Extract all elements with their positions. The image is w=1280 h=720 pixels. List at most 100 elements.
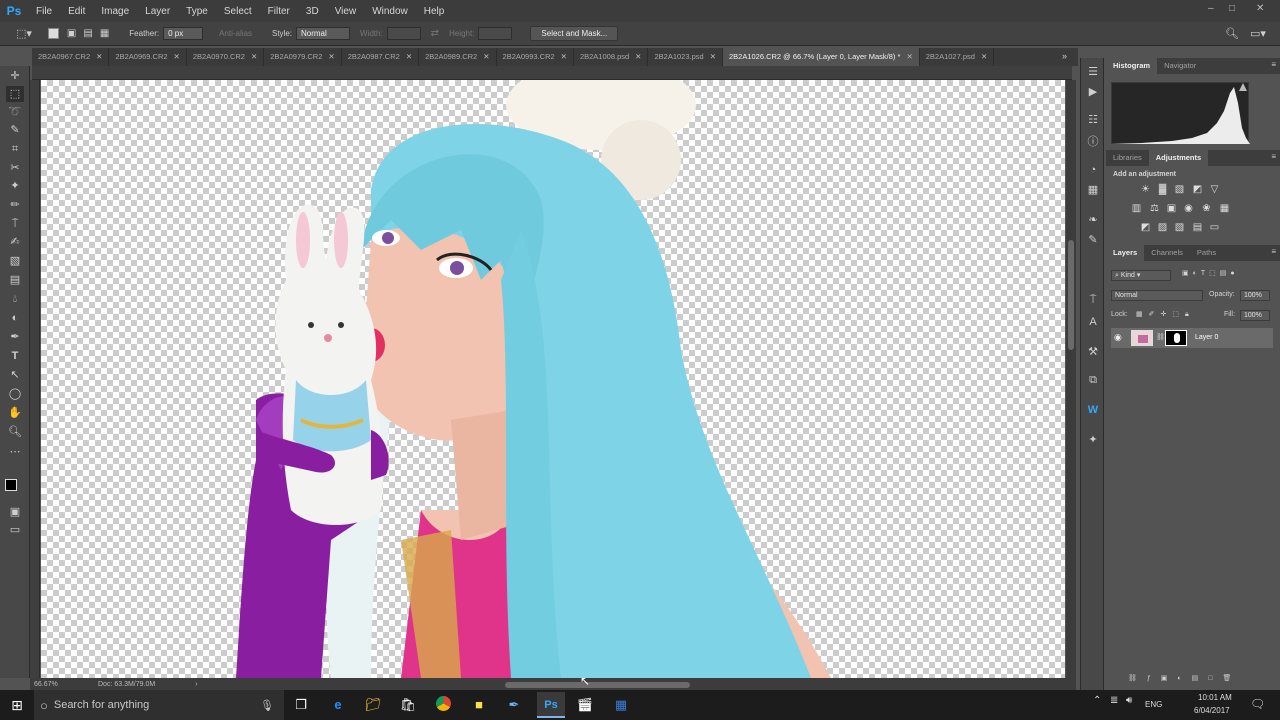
photoshop-taskbar-icon[interactable]: Ps — [537, 692, 565, 718]
menu-item-image[interactable]: Image — [93, 6, 137, 17]
black-white-icon[interactable]: ▣ — [1166, 203, 1177, 214]
photo-filter-icon[interactable]: ◉ — [1183, 203, 1194, 214]
tab-libraries[interactable]: Libraries — [1106, 150, 1149, 166]
brush-tool-icon[interactable]: ✏ — [6, 197, 24, 213]
dodge-tool-icon[interactable]: ◐ — [6, 310, 24, 326]
exposure-icon[interactable]: ◩ — [1192, 184, 1203, 195]
app-grid-icon[interactable]: ▦ — [610, 696, 632, 714]
document-tab[interactable]: 2B2A0969.CR2 ✕ — [109, 48, 187, 66]
healing-brush-tool-icon[interactable]: ✦ — [6, 178, 24, 194]
path-selection-tool-icon[interactable]: ↖ — [6, 367, 24, 383]
color-balance-icon[interactable]: ⚖ — [1149, 203, 1160, 214]
tab-histogram[interactable]: Histogram — [1106, 58, 1158, 74]
ellipse-tool-icon[interactable]: ◯ — [6, 386, 24, 402]
tab-channels[interactable]: Channels — [1144, 245, 1190, 261]
vertical-scrollbar[interactable] — [1066, 80, 1076, 678]
blend-mode-select[interactable]: Normal — [1111, 290, 1203, 301]
quick-selection-tool-icon[interactable]: ✎ — [6, 122, 24, 138]
status-arrow-icon[interactable]: › — [195, 681, 197, 688]
fill-input[interactable]: 100% — [1240, 310, 1270, 321]
workspace-icon[interactable]: ▭▾ — [1250, 27, 1266, 40]
height-input[interactable] — [478, 27, 513, 40]
zoom-tool-icon[interactable]: 🔍︎ — [6, 424, 24, 440]
pen-tool-icon[interactable]: ✒ — [6, 329, 24, 345]
clock-time[interactable]: 10:01 AM — [1198, 693, 1232, 702]
rectangular-marquee-tool-icon[interactable]: ⬚ — [6, 86, 24, 102]
menu-item-edit[interactable]: Edit — [60, 6, 93, 17]
close-window-button[interactable]: ✕ — [1256, 3, 1264, 14]
screen-mode-icon[interactable]: ▭ — [6, 522, 24, 538]
posterize-icon[interactable]: ▨ — [1157, 222, 1168, 233]
close-tab-icon[interactable]: ✕ — [906, 52, 912, 61]
layer-thumbnail[interactable] — [1131, 330, 1153, 346]
close-tab-icon[interactable]: ✕ — [251, 52, 257, 61]
clone-stamp-tool-icon[interactable]: ⍑ — [6, 216, 24, 232]
color-panel-icon[interactable]: ◔ — [1085, 162, 1101, 178]
menu-item-type[interactable]: Type — [178, 6, 216, 17]
wifi-icon[interactable]: ≣ — [1110, 695, 1118, 706]
video-editor-icon[interactable]: 🎬︎ — [574, 696, 596, 714]
document-canvas[interactable] — [41, 80, 1065, 678]
info-panel-icon[interactable]: ⓘ — [1085, 134, 1101, 150]
swatches-panel-icon[interactable]: ▦ — [1085, 182, 1101, 198]
menu-item-filter[interactable]: Filter — [260, 6, 298, 17]
chain-link-icon[interactable]: ⛓︎ — [1156, 333, 1165, 341]
layer-kind-filter[interactable]: ⌕ Kind ▾ — [1111, 270, 1171, 281]
hue-saturation-icon[interactable]: ▥ — [1131, 203, 1142, 214]
tab-adjustments[interactable]: Adjustments — [1148, 150, 1209, 166]
antialias-checkbox[interactable]: Anti-alias — [219, 29, 252, 38]
tab-navigator[interactable]: Navigator — [1157, 58, 1203, 74]
layer-filter-icons[interactable]: ▣◐T⬚▤● — [1182, 269, 1239, 277]
menu-item-help[interactable]: Help — [416, 6, 453, 17]
close-tab-icon[interactable]: ✕ — [635, 52, 641, 61]
crop-tool-icon[interactable]: ⌗ — [6, 141, 24, 157]
document-tab[interactable]: 2B2A0967.CR2 ✕ — [32, 48, 110, 66]
marquee-tool-preset-icon[interactable]: ⬚▾ — [16, 27, 32, 40]
menu-item-view[interactable]: View — [327, 6, 365, 17]
tab-layers[interactable]: Layers — [1106, 245, 1145, 261]
lasso-tool-icon[interactable]: ➰ — [6, 104, 24, 120]
document-tab[interactable]: 2B2A0970.CR2 ✕ — [187, 48, 265, 66]
close-tab-icon[interactable]: ✕ — [174, 52, 180, 61]
close-tab-icon[interactable]: ✕ — [483, 52, 489, 61]
menu-item-select[interactable]: Select — [216, 6, 260, 17]
invert-icon[interactable]: ◩ — [1140, 222, 1151, 233]
menu-item-3d[interactable]: 3D — [298, 6, 327, 17]
plugin-w-icon[interactable]: W — [1085, 402, 1101, 418]
opacity-input[interactable]: 100% — [1240, 290, 1270, 301]
hand-tool-icon[interactable]: ✋ — [6, 405, 24, 421]
eye-visibility-icon[interactable]: ◉ — [1114, 332, 1122, 343]
close-tab-icon[interactable]: ✕ — [561, 52, 567, 61]
history-panel-icon[interactable]: ☰ — [1085, 64, 1101, 80]
feather-input[interactable]: 0 px — [163, 27, 204, 40]
layer-comps-icon[interactable]: ⧉ — [1085, 372, 1101, 388]
select-and-mask-button[interactable]: Select and Mask... — [530, 26, 619, 41]
color-lookup-icon[interactable]: ▦ — [1219, 203, 1230, 214]
glyphs-icon[interactable]: ✦ — [1085, 432, 1101, 448]
brushes-panel-icon[interactable]: ✎ — [1085, 232, 1101, 248]
threshold-icon[interactable]: ▧ — [1174, 222, 1185, 233]
close-tab-icon[interactable]: ✕ — [406, 52, 412, 61]
document-tab-active[interactable]: 2B2A1026.CR2 @ 66.7% (Layer 0, Layer Mas… — [722, 48, 920, 66]
brush-settings-icon[interactable]: ❧ — [1085, 212, 1101, 228]
subtract-selection-icon[interactable]: ▤ — [83, 28, 92, 39]
character-panel-icon[interactable]: A — [1085, 314, 1101, 330]
horizontal-scroll-thumb[interactable] — [505, 682, 690, 688]
channel-mixer-icon[interactable]: ❀ — [1201, 203, 1212, 214]
menu-item-layer[interactable]: Layer — [137, 6, 178, 17]
tray-up-arrow-icon[interactable]: ⌃ — [1093, 695, 1101, 706]
maximize-button[interactable]: □ — [1229, 3, 1235, 14]
close-tab-icon[interactable]: ✕ — [710, 52, 716, 61]
gradient-tool-icon[interactable]: ▤ — [6, 272, 24, 288]
layers-panel-menu-icon[interactable]: ≡ — [1271, 247, 1276, 256]
intersect-selection-icon[interactable]: ▦ — [100, 28, 109, 39]
close-tab-icon[interactable]: ✕ — [96, 52, 102, 61]
document-tab[interactable]: 2B2A0993.CR2 ✕ — [497, 48, 574, 66]
taskbar-search[interactable]: ○ Search for anything 🎙︎ — [34, 690, 284, 720]
menu-item-window[interactable]: Window — [364, 6, 416, 17]
layer-row[interactable]: ◉ ⛓︎ Layer 0 — [1111, 328, 1273, 348]
notifications-icon[interactable]: 🗨︎ — [1250, 697, 1265, 711]
lock-icons[interactable]: ▦✐✛⬚🔒︎ — [1136, 310, 1195, 319]
curves-icon[interactable]: ▧ — [1174, 184, 1185, 195]
store-icon[interactable]: 🛍︎ — [397, 696, 419, 714]
